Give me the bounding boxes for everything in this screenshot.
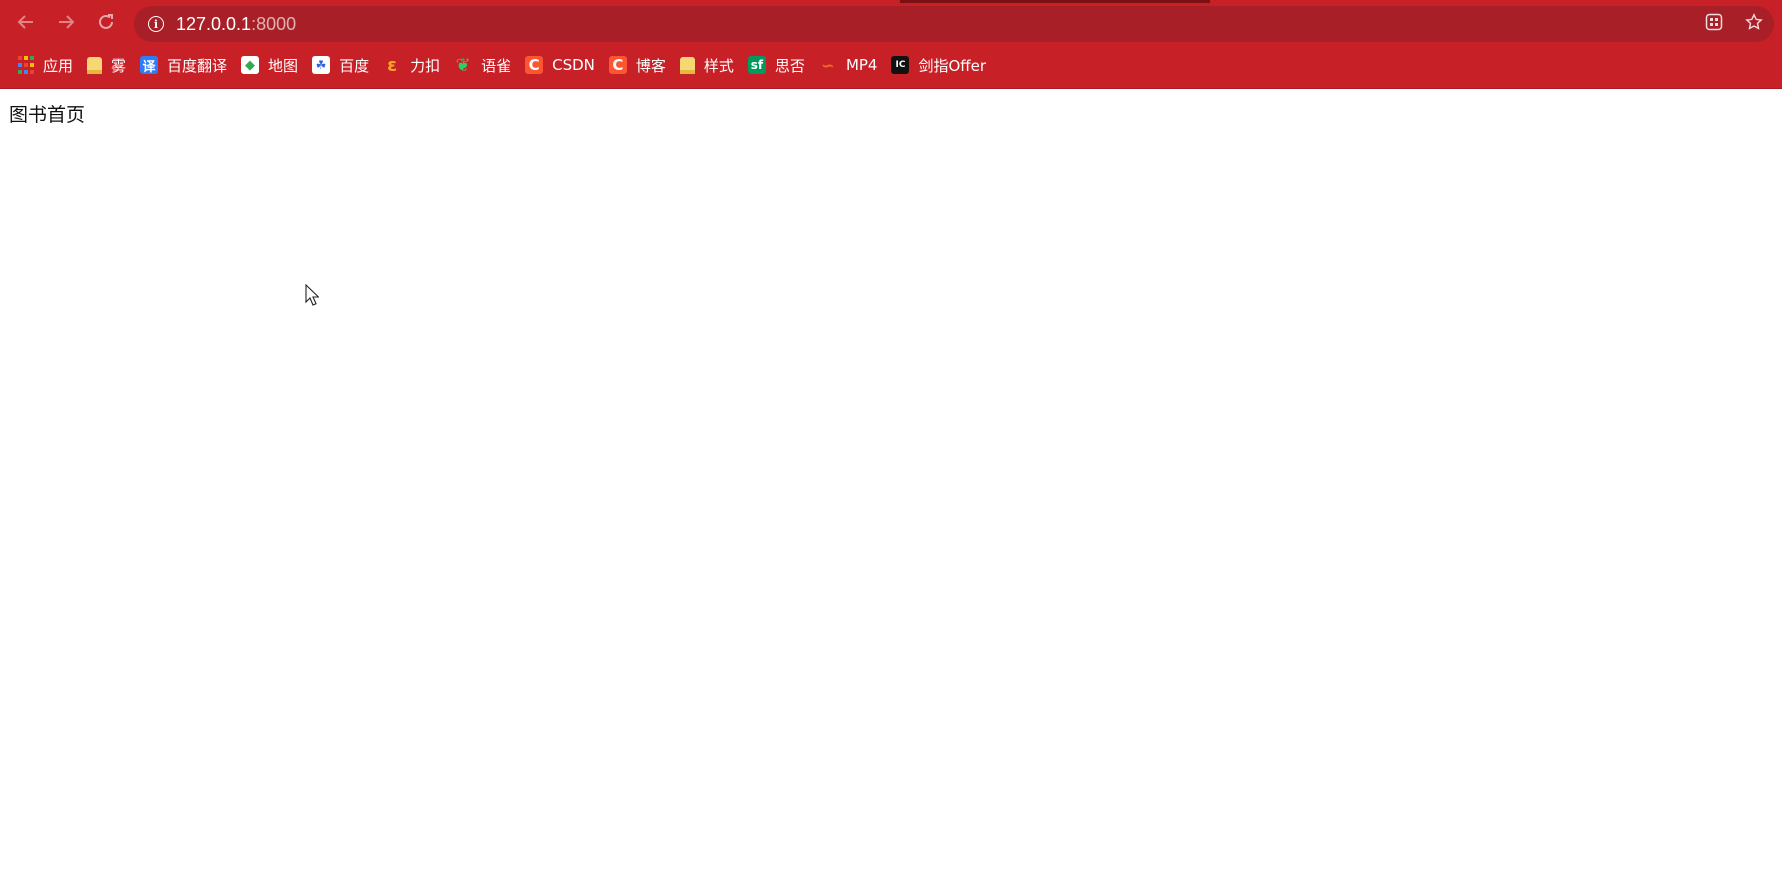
bookmark-label: 力扣 xyxy=(410,56,441,75)
bookmark-star-button[interactable] xyxy=(1734,6,1774,42)
bookmark-label: 样式 xyxy=(703,56,734,75)
site-info-icon[interactable]: i xyxy=(148,16,164,32)
segmentfault-icon: sf xyxy=(747,56,766,74)
bookmark-folder-styles[interactable]: 样式 xyxy=(679,50,734,80)
bookmark-jianzhi-offer[interactable]: IC 剑指Offer xyxy=(891,50,986,80)
bookmark-label: 应用 xyxy=(43,56,74,75)
page-title: 图书首页 xyxy=(9,104,86,126)
yuque-icon: ❦ xyxy=(455,54,471,76)
url-text[interactable]: 127.0.0.1:8000 xyxy=(176,14,296,35)
url-port: :8000 xyxy=(251,13,297,34)
maps-icon: ◆ xyxy=(241,56,260,74)
bookmark-apps[interactable]: 应用 xyxy=(18,50,73,80)
mouse-cursor-icon xyxy=(305,283,320,306)
browser-chrome: i 127.0.0.1:8000 应用 雾 译 百度翻译 ◆ 地图 ☘ 百度 ε… xyxy=(0,0,1782,89)
bookmark-label: CSDN xyxy=(552,56,595,74)
bookmark-csdn[interactable]: C CSDN xyxy=(525,50,595,80)
bookmark-baidu-fanyi[interactable]: 译 百度翻译 xyxy=(140,50,227,80)
bookmarks-bar: 应用 雾 译 百度翻译 ◆ 地图 ☘ 百度 ε 力扣 ❦ 语雀 C CSDN C… xyxy=(0,48,1782,82)
forward-button[interactable] xyxy=(46,4,86,44)
reload-button[interactable] xyxy=(86,4,126,44)
arrow-right-icon xyxy=(57,12,75,37)
translate-page-button[interactable] xyxy=(1694,6,1734,42)
blog-c-icon: C xyxy=(608,56,627,74)
bookmark-label: 地图 xyxy=(268,56,299,75)
mp4-icon: ∽ xyxy=(821,55,835,75)
arrow-left-icon xyxy=(17,12,35,37)
folder-icon xyxy=(679,56,695,74)
baidu-paw-icon: ☘ xyxy=(312,56,331,74)
bookmark-label: 雾 xyxy=(111,56,127,75)
bookmark-leetcode[interactable]: ε 力扣 xyxy=(383,50,440,80)
bookmark-label: 百度 xyxy=(339,56,370,75)
leetcode-icon: ε xyxy=(387,54,398,76)
bookmark-folder-wu[interactable]: 雾 xyxy=(87,50,126,80)
offer-icon: IC xyxy=(891,56,910,74)
reload-icon xyxy=(97,12,115,37)
bookmark-blog[interactable]: C 博客 xyxy=(608,50,666,80)
bookmark-maps[interactable]: ◆ 地图 xyxy=(241,50,298,80)
star-icon xyxy=(1745,13,1763,35)
bookmark-baidu[interactable]: ☘ 百度 xyxy=(312,50,369,80)
bookmark-mp4[interactable]: ∽ MP4 xyxy=(819,50,878,80)
qr-grid-icon xyxy=(1705,13,1723,35)
back-button[interactable] xyxy=(6,4,46,44)
csdn-icon: C xyxy=(525,56,544,74)
bookmark-label: 语雀 xyxy=(481,56,512,75)
browser-toolbar: i 127.0.0.1:8000 xyxy=(0,2,1782,46)
bookmark-label: 剑指Offer xyxy=(918,56,987,75)
baidu-fanyi-icon: 译 xyxy=(140,56,159,75)
bookmark-yuque[interactable]: ❦ 语雀 xyxy=(454,50,512,80)
apps-grid-icon xyxy=(18,56,34,74)
bookmark-segmentfault[interactable]: sf 思否 xyxy=(747,50,805,80)
page-body: 图书首页 xyxy=(9,100,85,127)
bookmark-label: MP4 xyxy=(845,56,878,74)
omnibox-actions xyxy=(1694,6,1774,42)
bookmark-label: 博客 xyxy=(635,56,666,75)
bookmark-label: 思否 xyxy=(774,56,805,75)
url-host: 127.0.0.1 xyxy=(176,13,252,34)
address-bar[interactable]: i 127.0.0.1:8000 xyxy=(134,6,1774,42)
folder-icon xyxy=(87,56,103,74)
bookmark-label: 百度翻译 xyxy=(167,56,228,75)
